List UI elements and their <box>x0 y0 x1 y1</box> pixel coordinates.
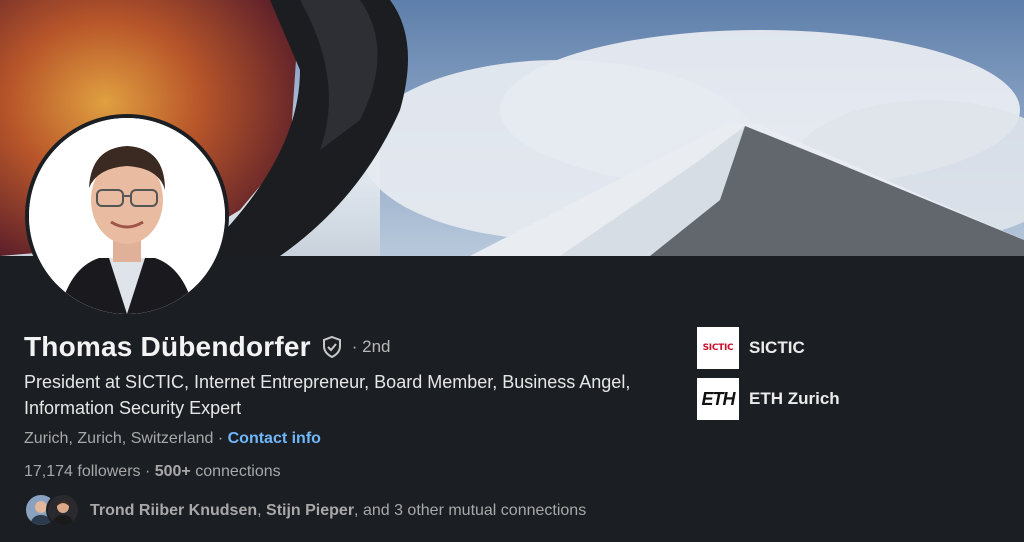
mutual-name-2: Stijn Pieper <box>266 502 355 519</box>
stats-separator: · <box>140 463 155 480</box>
mutual-name-1: Trond Riiber Knudsen <box>90 502 258 519</box>
location-separator: · <box>213 430 228 447</box>
profile-name: Thomas Dübendorfer <box>24 331 311 362</box>
connections-label[interactable]: connections <box>191 463 280 480</box>
eth-logo: ETH <box>697 378 739 420</box>
profile-headline: President at SICTIC, Internet Entreprene… <box>24 372 631 418</box>
mutual-avatars <box>24 493 84 529</box>
mutual-connections[interactable]: Trond Riiber Knudsen, Stijn Pieper, and … <box>24 493 586 529</box>
contact-info-link[interactable]: Contact info <box>228 430 321 447</box>
mutual-separator: , <box>257 502 267 519</box>
mutual-rest: , and 3 other mutual connections <box>354 502 587 519</box>
name-row: Thomas Dübendorfer · 2nd <box>24 331 390 363</box>
profile-photo[interactable] <box>25 114 229 318</box>
mutual-connections-text: Trond Riiber Knudsen, Stijn Pieper, and … <box>90 502 586 520</box>
sictic-logo-text: SICTIC <box>702 343 734 353</box>
avatar <box>29 118 225 314</box>
connections-count[interactable]: 500+ <box>155 463 191 480</box>
company-eth-zurich[interactable]: ETH ETH Zurich <box>697 378 840 420</box>
eth-logo-text: ETH <box>701 388 736 409</box>
verified-shield-icon[interactable] <box>320 335 344 359</box>
company-list: SICTIC SICTIC ETH ETH Zurich <box>697 327 840 429</box>
profile-photo-image <box>29 118 225 314</box>
location-text: Zurich, Zurich, Switzerland <box>24 430 214 447</box>
sictic-logo: SICTIC <box>697 327 739 369</box>
company-sictic[interactable]: SICTIC SICTIC <box>697 327 840 369</box>
company-name: SICTIC <box>749 338 805 357</box>
connection-degree: · 2nd <box>351 337 391 356</box>
followers-count: 17,174 followers <box>24 463 141 480</box>
mutual-avatar <box>46 493 80 527</box>
location-row: Zurich, Zurich, Switzerland · Contact in… <box>24 430 321 448</box>
stats-row: 17,174 followers · 500+ connections <box>24 463 281 481</box>
company-name: ETH Zurich <box>749 389 840 408</box>
